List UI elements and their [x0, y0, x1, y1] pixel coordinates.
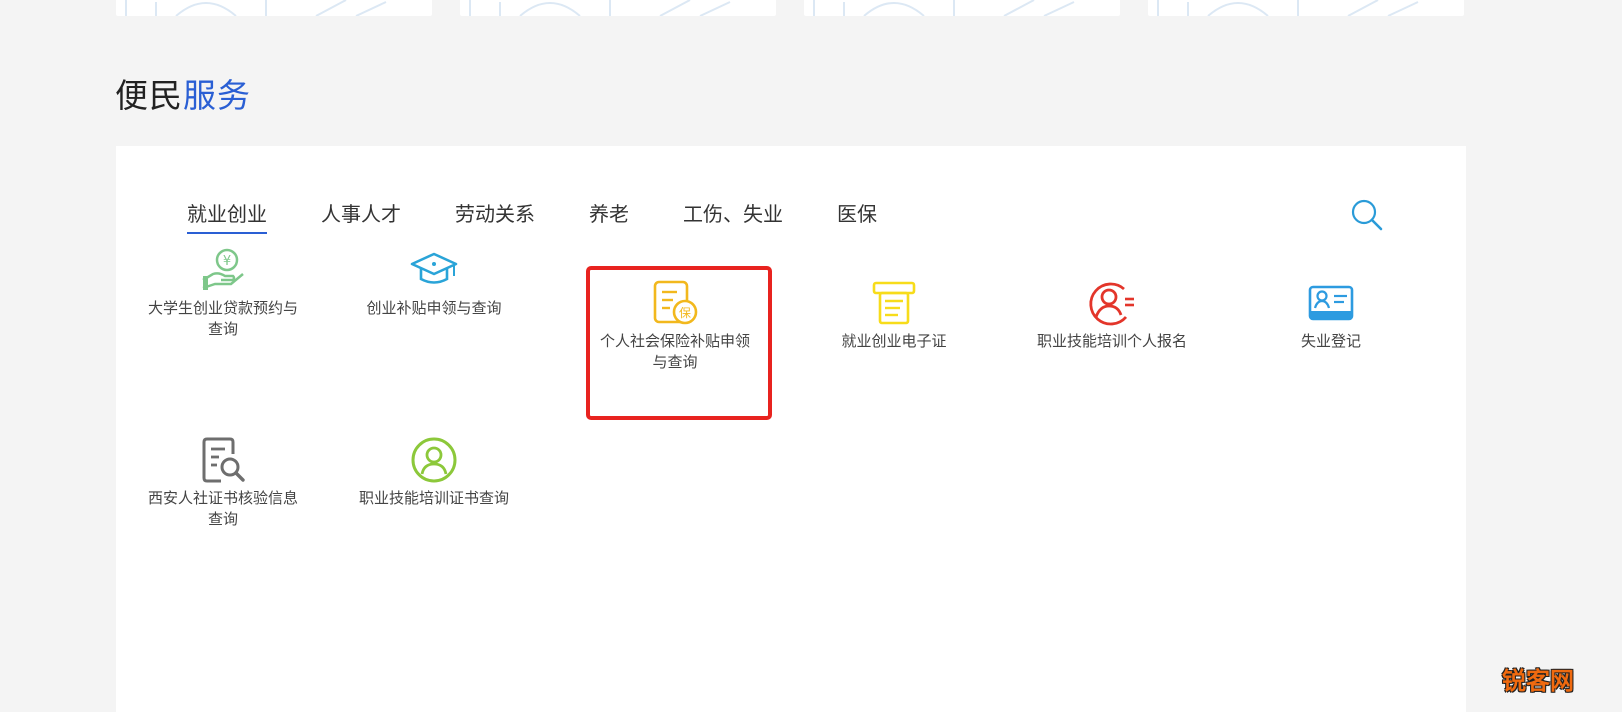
tab-injury-unemployment[interactable]: 工伤、失业: [683, 200, 783, 240]
section-title-part2: 服务: [183, 77, 251, 114]
service-skill-training-signup[interactable]: 职业技能培训个人报名: [1037, 279, 1187, 352]
top-banner-card[interactable]: [460, 0, 776, 16]
watermark-logo: 锐客网: [1502, 667, 1574, 695]
service-panel: 就业创业 人事人才 劳动关系 养老 工伤、失业 医保 ¥ 大学生创业贷款预约与查…: [116, 146, 1466, 712]
service-unemployment-registration[interactable]: 失业登记: [1256, 279, 1406, 352]
service-label: 西安人社证书核验信息查询: [148, 489, 299, 528]
service-label: 大学生创业贷款预约与查询: [148, 299, 299, 338]
yuan-hand-icon: ¥: [202, 248, 244, 290]
document-search-icon: [202, 437, 245, 483]
id-card-icon: [1308, 285, 1354, 321]
tab-labor-relations[interactable]: 劳动关系: [455, 200, 535, 240]
tab-employment[interactable]: 就业创业: [187, 200, 267, 240]
service-label: 创业补贴申领与查询: [366, 299, 502, 317]
top-banner-card[interactable]: [1148, 0, 1464, 16]
service-certificate-verification[interactable]: 西安人社证书核验信息查询: [148, 436, 298, 530]
svg-text:¥: ¥: [223, 254, 231, 269]
category-tabs: 就业创业 人事人才 劳动关系 养老 工伤、失业 医保: [187, 200, 931, 240]
tab-pension[interactable]: 养老: [589, 200, 629, 240]
top-banner-card[interactable]: [804, 0, 1120, 16]
tab-medical-insurance[interactable]: 医保: [837, 200, 877, 240]
top-banner-strip: [116, 0, 1466, 16]
service-label: 就业创业电子证: [841, 332, 947, 350]
highlight-box: [586, 266, 772, 420]
service-label: 职业技能培训个人报名: [1037, 332, 1188, 350]
service-student-loan[interactable]: ¥ 大学生创业贷款预约与查询: [148, 246, 298, 340]
service-label: 失业登记: [1300, 332, 1361, 350]
certificate-scroll-icon: [872, 281, 916, 325]
graduation-cap-icon: [410, 252, 458, 284]
service-training-certificate-query[interactable]: 职业技能培训证书查询: [359, 436, 509, 509]
person-form-icon: [1089, 282, 1134, 326]
search-icon[interactable]: [1348, 196, 1386, 234]
section-title-part1: 便民: [115, 77, 183, 114]
tab-personnel[interactable]: 人事人才: [321, 200, 401, 240]
service-electronic-certificate[interactable]: 就业创业电子证: [819, 279, 969, 352]
section-title: 便民服务: [115, 72, 251, 120]
top-banner-card[interactable]: [116, 0, 432, 16]
service-label: 职业技能培训证书查询: [359, 489, 510, 507]
service-startup-subsidy[interactable]: 创业补贴申领与查询: [359, 246, 509, 319]
person-circle-icon: [411, 437, 457, 483]
